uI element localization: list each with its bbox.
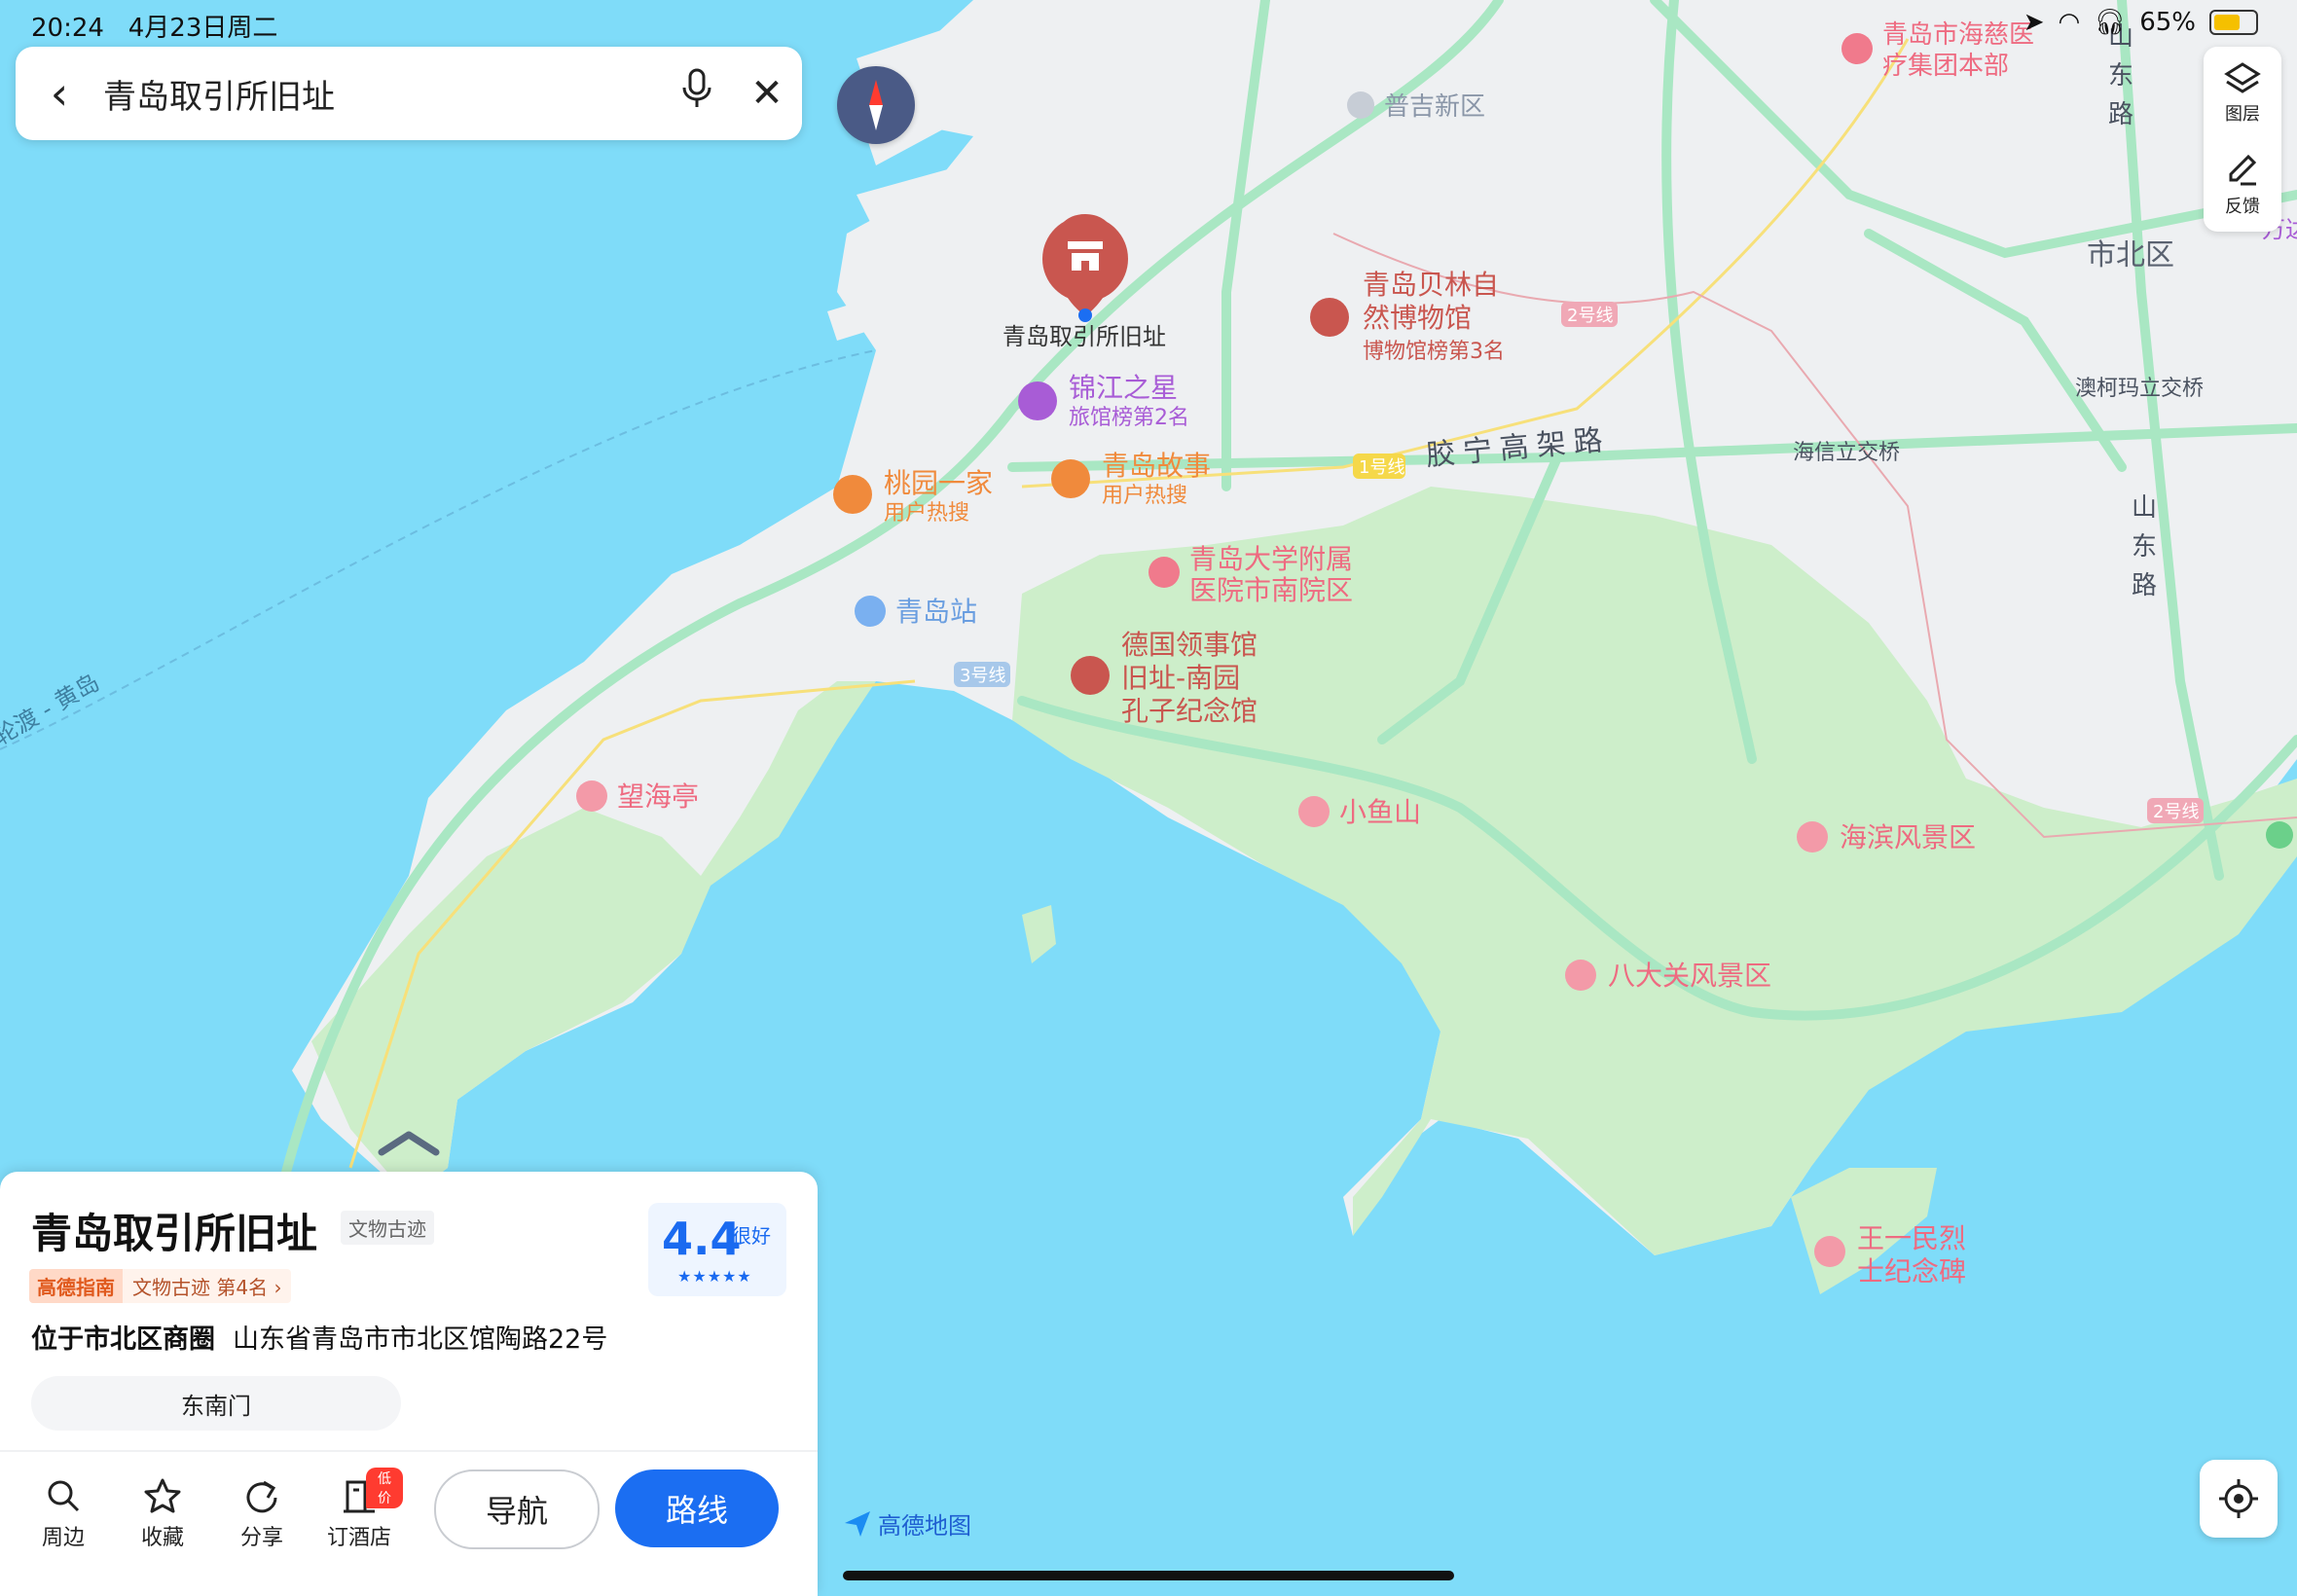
feedback-button[interactable]: 反馈: [2204, 139, 2281, 232]
poi-label-consulate-2: 旧址-南园: [1121, 662, 1240, 694]
close-icon[interactable]: ✕: [732, 71, 802, 116]
poi-label-jinjiang: 锦江之星: [1069, 372, 1178, 404]
location-icon: ➤: [2023, 8, 2045, 37]
panel-divider: [0, 1450, 818, 1452]
home-indicator[interactable]: [843, 1571, 1454, 1580]
route-button[interactable]: 路线: [615, 1469, 779, 1547]
poi-label-museum-2: 然博物馆: [1363, 302, 1472, 334]
brand-logo-text: 高德地图: [878, 1512, 971, 1540]
poi-label-taoyuan-hot: 用户热搜: [884, 501, 969, 526]
nearby-button[interactable]: 周边: [19, 1471, 107, 1551]
road-label-shandong-2: 东: [2132, 532, 2157, 562]
panel-expand-handle[interactable]: [378, 1129, 440, 1160]
metro-tag-line1: 1号线: [1359, 457, 1404, 478]
edit-icon: [2223, 153, 2262, 193]
poi-label-hospital-2: 医院市南院区: [1189, 574, 1353, 606]
rating-label: 很好: [732, 1224, 771, 1248]
layers-label: 图层: [2225, 104, 2260, 125]
poi-label-museum-rank: 博物馆榜第3名: [1363, 340, 1505, 364]
status-date: 4月23日周二: [128, 14, 278, 43]
poi-label-haibin: 海滨风景区: [1840, 821, 1976, 853]
microphone-icon[interactable]: [662, 68, 732, 119]
favorite-button[interactable]: 收藏: [119, 1471, 206, 1551]
rating-score: 4.4: [662, 1213, 742, 1265]
poi-label-consulate-3: 孔子纪念馆: [1121, 695, 1258, 727]
poi-title: 青岛取引所旧址: [31, 1210, 318, 1257]
share-button[interactable]: 分享: [218, 1471, 306, 1551]
favorite-label: 收藏: [140, 1526, 184, 1550]
guide-rank: 文物古迹 第4名 ›: [123, 1269, 292, 1303]
road-label-shandong-top-2: 东: [2108, 61, 2133, 91]
guide-ranking[interactable]: 高德指南 文物古迹 第4名 ›: [29, 1269, 292, 1303]
book-hotel-label: 订酒店: [326, 1526, 391, 1550]
search-query[interactable]: 青岛取引所旧址: [103, 70, 662, 118]
poi-label-haici-hospital-2: 疗集团本部: [1882, 52, 2009, 81]
status-bar: 20:24 4月23日周二 ➤ ◠ 🎧︎ 65%: [0, 0, 2297, 45]
search-bar[interactable]: ‹ 青岛取引所旧址 ✕: [16, 47, 802, 140]
metro-tag-line3: 3号线: [960, 666, 1005, 686]
poi-label-badaguan: 八大关风景区: [1608, 960, 1771, 992]
share-label: 分享: [239, 1526, 283, 1550]
poi-label-jinjiang-rank: 旅馆榜第2名: [1069, 406, 1189, 430]
feedback-label: 反馈: [2225, 197, 2260, 217]
star-icon: [144, 1478, 181, 1513]
low-price-badge: 低价: [366, 1468, 403, 1508]
locate-me-button[interactable]: [2200, 1460, 2278, 1538]
poi-label-qingdao-station: 青岛站: [895, 596, 977, 628]
poi-label-hospital: 青岛大学附属: [1189, 543, 1353, 575]
chevron-up-icon: [378, 1131, 440, 1156]
share-icon: [246, 1480, 277, 1513]
status-time: 20:24 4月23日周二: [31, 14, 278, 43]
battery-icon: [2209, 10, 2258, 35]
rating-card[interactable]: 4.4 很好 ★★★★★: [648, 1203, 786, 1296]
battery-percent: 65%: [2139, 8, 2196, 37]
poi-detail-panel: 青岛取引所旧址 文物古迹 4.4 很好 ★★★★★ 高德指南 文物古迹 第4名 …: [0, 1172, 818, 1596]
amap-logo-icon: [845, 1510, 870, 1537]
poi-label-consulate: 德国领事馆: [1121, 629, 1258, 661]
poi-label-qingdao-story: 青岛故事: [1102, 450, 1211, 482]
poi-label-qingdao-story-hot: 用户热搜: [1102, 484, 1187, 508]
road-label-haixin: 海信立交桥: [1793, 441, 1900, 465]
poi-label-memorial-2: 士纪念碑: [1857, 1255, 1966, 1288]
layers-button[interactable]: 图层: [2204, 47, 2281, 139]
crosshair-icon: [2219, 1479, 2258, 1518]
road-label-shandong-1: 山: [2132, 493, 2157, 523]
brand-logo: 高德地图: [843, 1506, 971, 1541]
address-line: 位于市北区商圈 山东省青岛市市北区馆陶路22号: [31, 1318, 607, 1356]
navigate-button[interactable]: 导航: [434, 1469, 600, 1549]
status-icons: ➤ ◠ 🎧︎ 65%: [2024, 8, 2258, 37]
gate-chip[interactable]: 东南门: [31, 1376, 401, 1431]
poi-category-tag: 文物古迹: [341, 1211, 434, 1245]
area-label-shibei: 市北区: [2087, 238, 2174, 272]
poi-label-memorial: 王一民烈: [1857, 1222, 1966, 1254]
address-text: 山东省青岛市市北区馆陶路22号: [233, 1324, 608, 1355]
poi-label-museum: 青岛贝林自: [1363, 269, 1499, 301]
search-icon: [48, 1480, 80, 1512]
poi-label-pujixinqu: 普吉新区: [1384, 92, 1485, 122]
wifi-icon: ◠: [2058, 8, 2081, 37]
compass-button[interactable]: [837, 66, 915, 144]
poi-label-wanghaiting: 望海亭: [617, 780, 699, 813]
guide-brand: 高德指南: [29, 1269, 123, 1303]
compass-icon: [869, 80, 883, 130]
district-text: 位于市北区商圈: [31, 1324, 215, 1355]
poi-label-taoyuan: 桃园一家: [884, 467, 993, 499]
poi-label-xiaoyushan: 小鱼山: [1339, 796, 1421, 828]
layers-icon: [2223, 60, 2262, 100]
road-label-aokema: 澳柯玛立交桥: [2075, 377, 2204, 401]
road-label-shandong-3: 路: [2132, 571, 2157, 600]
headphones-icon: 🎧︎: [2094, 8, 2127, 37]
metro-tag-line2: 2号线: [1567, 306, 1613, 326]
rating-stars: ★★★★★: [677, 1267, 752, 1286]
back-icon[interactable]: ‹: [16, 67, 103, 120]
road-label-shandong-top-3: 路: [2108, 100, 2133, 129]
side-toolbar: 图层 反馈: [2204, 47, 2281, 232]
metro-tag-line2-east: 2号线: [2153, 802, 2199, 822]
selected-poi-label: 青岛取引所旧址: [1003, 323, 1166, 350]
nearby-label: 周边: [41, 1526, 85, 1550]
book-hotel-button[interactable]: 低价 订酒店: [315, 1468, 403, 1551]
